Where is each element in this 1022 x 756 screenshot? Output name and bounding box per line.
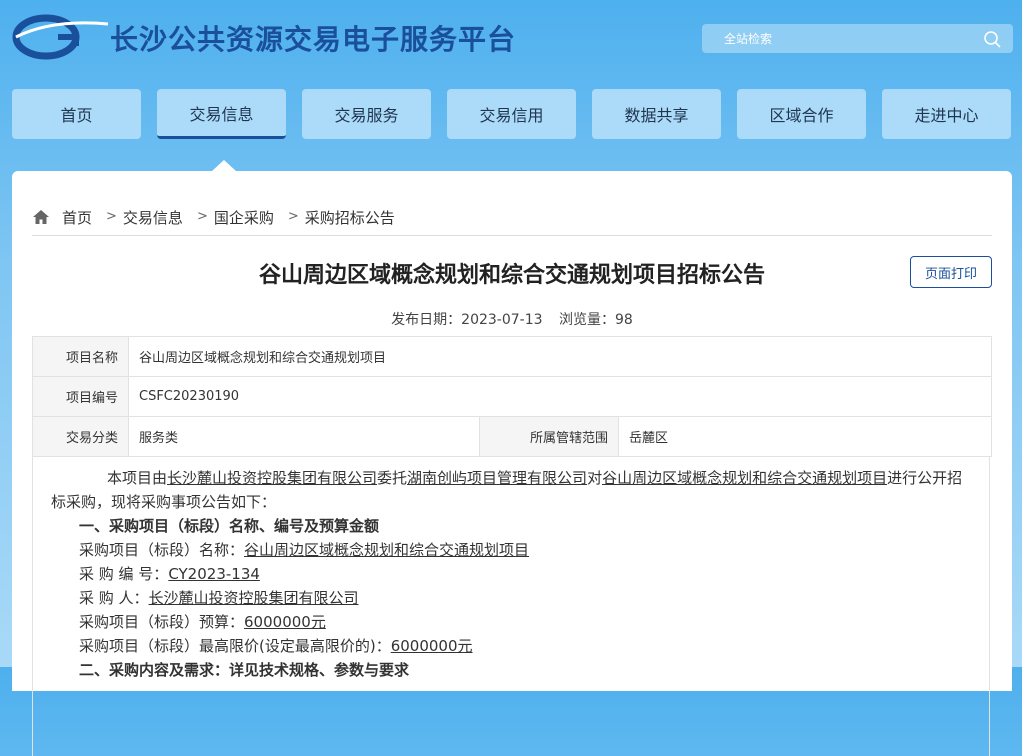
home-icon — [33, 210, 49, 224]
detail-row: 采购项目（标段）名称：谷山周边区域概念规划和综合交通规划项目 — [51, 538, 989, 562]
breadcrumb-tender-notice[interactable]: 采购招标公告 — [305, 207, 395, 228]
jurisdiction-label: 所属管辖范围 — [479, 416, 619, 457]
table-row: 交易分类 服务类 所属管辖范围 岳麓区 — [32, 416, 992, 457]
detail-value: 6000000元 — [244, 613, 326, 631]
project-name-value: 谷山周边区域概念规划和综合交通规划项目 — [128, 336, 992, 377]
jurisdiction-value: 岳麓区 — [618, 416, 992, 457]
intro-text: 本项目由 — [107, 469, 168, 487]
search-input[interactable] — [702, 24, 984, 53]
breadcrumb-separator: > — [287, 209, 299, 224]
active-nav-pointer — [212, 160, 236, 171]
breadcrumb-separator: > — [106, 209, 117, 224]
article-meta: 发布日期：2023-07-13 浏览量：98 — [32, 309, 992, 329]
nav-about-center[interactable]: 走进中心 — [882, 89, 1011, 139]
article-body: 本项目由长沙麓山投资控股集团有限公司委托湖南创屿项目管理有限公司对谷山周边区域概… — [32, 456, 990, 756]
breadcrumb-soe-procurement[interactable]: 国企采购 — [214, 207, 274, 228]
detail-label: 采购项目（标段）预算： — [79, 613, 245, 631]
content-card: 首页 > 交易信息 > 国企采购 > 采购招标公告 谷山周边区域概念规划和综合交… — [12, 171, 1012, 756]
detail-value: 6000000元 — [390, 637, 473, 655]
detail-label: 采购项目（标段）名称： — [79, 541, 245, 559]
detail-row: 采 购 人：长沙麓山投资控股集团有限公司 — [51, 586, 989, 610]
search-icon[interactable] — [983, 30, 1001, 48]
detail-label: 采购项目（标段）最高限价(设定最高限价的)： — [79, 637, 391, 655]
trade-type-label: 交易分类 — [32, 416, 129, 457]
article-title: 谷山周边区域概念规划和综合交通规划项目招标公告 — [258, 263, 765, 288]
detail-label: 采 购 编 号： — [79, 565, 169, 583]
project-name-label: 项目名称 — [32, 336, 129, 377]
publish-date: 发布日期：2023-07-13 — [391, 312, 542, 328]
trade-type-value: 服务类 — [128, 416, 480, 457]
section-heading: 二、采购内容及需求：详见技术规格、参数与要求 — [79, 661, 410, 679]
breadcrumb: 首页 > 交易信息 > 国企采购 > 采购招标公告 — [32, 207, 992, 236]
main-nav: 首页 交易信息 交易服务 交易信用 数据共享 区域合作 走进中心 — [12, 89, 1012, 139]
project-code-value: CSFC20230190 — [128, 376, 992, 417]
site-logo[interactable] — [12, 14, 108, 60]
detail-label: 采 购 人： — [79, 589, 149, 607]
project-code-label: 项目编号 — [32, 376, 129, 417]
view-count-label: 浏览量： — [559, 312, 615, 328]
detail-value: CY2023-134 — [168, 565, 260, 583]
agent-link[interactable]: 湖南创屿项目管理有限公司 — [407, 469, 587, 487]
detail-row: 采购项目（标段）预算：6000000元 — [51, 610, 989, 634]
intro-paragraph: 本项目由长沙麓山投资控股集团有限公司委托湖南创屿项目管理有限公司对谷山周边区域概… — [51, 466, 989, 514]
breadcrumb-separator: > — [196, 209, 208, 224]
intro-text: 委托 — [377, 469, 408, 487]
detail-row: 采购项目（标段）最高限价(设定最高限价的)：6000000元 — [51, 634, 989, 658]
detail-value: 谷山周边区域概念规划和综合交通规划项目 — [244, 541, 530, 559]
nav-trade-credit[interactable]: 交易信用 — [447, 89, 576, 139]
project-link[interactable]: 谷山周边区域概念规划和综合交通规划项目 — [602, 469, 887, 487]
project-info-table: 项目名称 谷山周边区域概念规划和综合交通规划项目 项目编号 CSFC202301… — [32, 336, 992, 457]
view-count-value: 98 — [615, 312, 633, 328]
nav-trade-info[interactable]: 交易信息 — [157, 89, 286, 139]
site-search — [702, 24, 1013, 53]
print-button[interactable]: 页面打印 — [910, 256, 992, 288]
table-row: 项目名称 谷山周边区域概念规划和综合交通规划项目 — [32, 336, 992, 377]
publish-date-value: 2023-07-13 — [461, 312, 543, 328]
owner-link[interactable]: 长沙麓山投资控股集团有限公司 — [167, 469, 377, 487]
table-row: 项目编号 CSFC20230190 — [32, 376, 992, 417]
nav-home[interactable]: 首页 — [12, 89, 141, 139]
breadcrumb-trade-info[interactable]: 交易信息 — [123, 207, 183, 228]
nav-data-share[interactable]: 数据共享 — [592, 89, 721, 139]
nav-regional-coop[interactable]: 区域合作 — [737, 89, 866, 139]
nav-trade-service[interactable]: 交易服务 — [302, 89, 431, 139]
detail-row: 采 购 编 号：CY2023-134 — [51, 562, 989, 586]
breadcrumb-home[interactable]: 首页 — [62, 207, 92, 228]
publish-date-label: 发布日期： — [391, 312, 462, 328]
view-count: 浏览量：98 — [559, 312, 633, 328]
intro-text: 对 — [587, 469, 603, 487]
section-heading: 一、采购项目（标段）名称、编号及预算金额 — [79, 517, 380, 535]
site-title: 长沙公共资源交易电子服务平台 — [110, 23, 517, 56]
detail-value: 长沙麓山投资控股集团有限公司 — [148, 589, 359, 607]
